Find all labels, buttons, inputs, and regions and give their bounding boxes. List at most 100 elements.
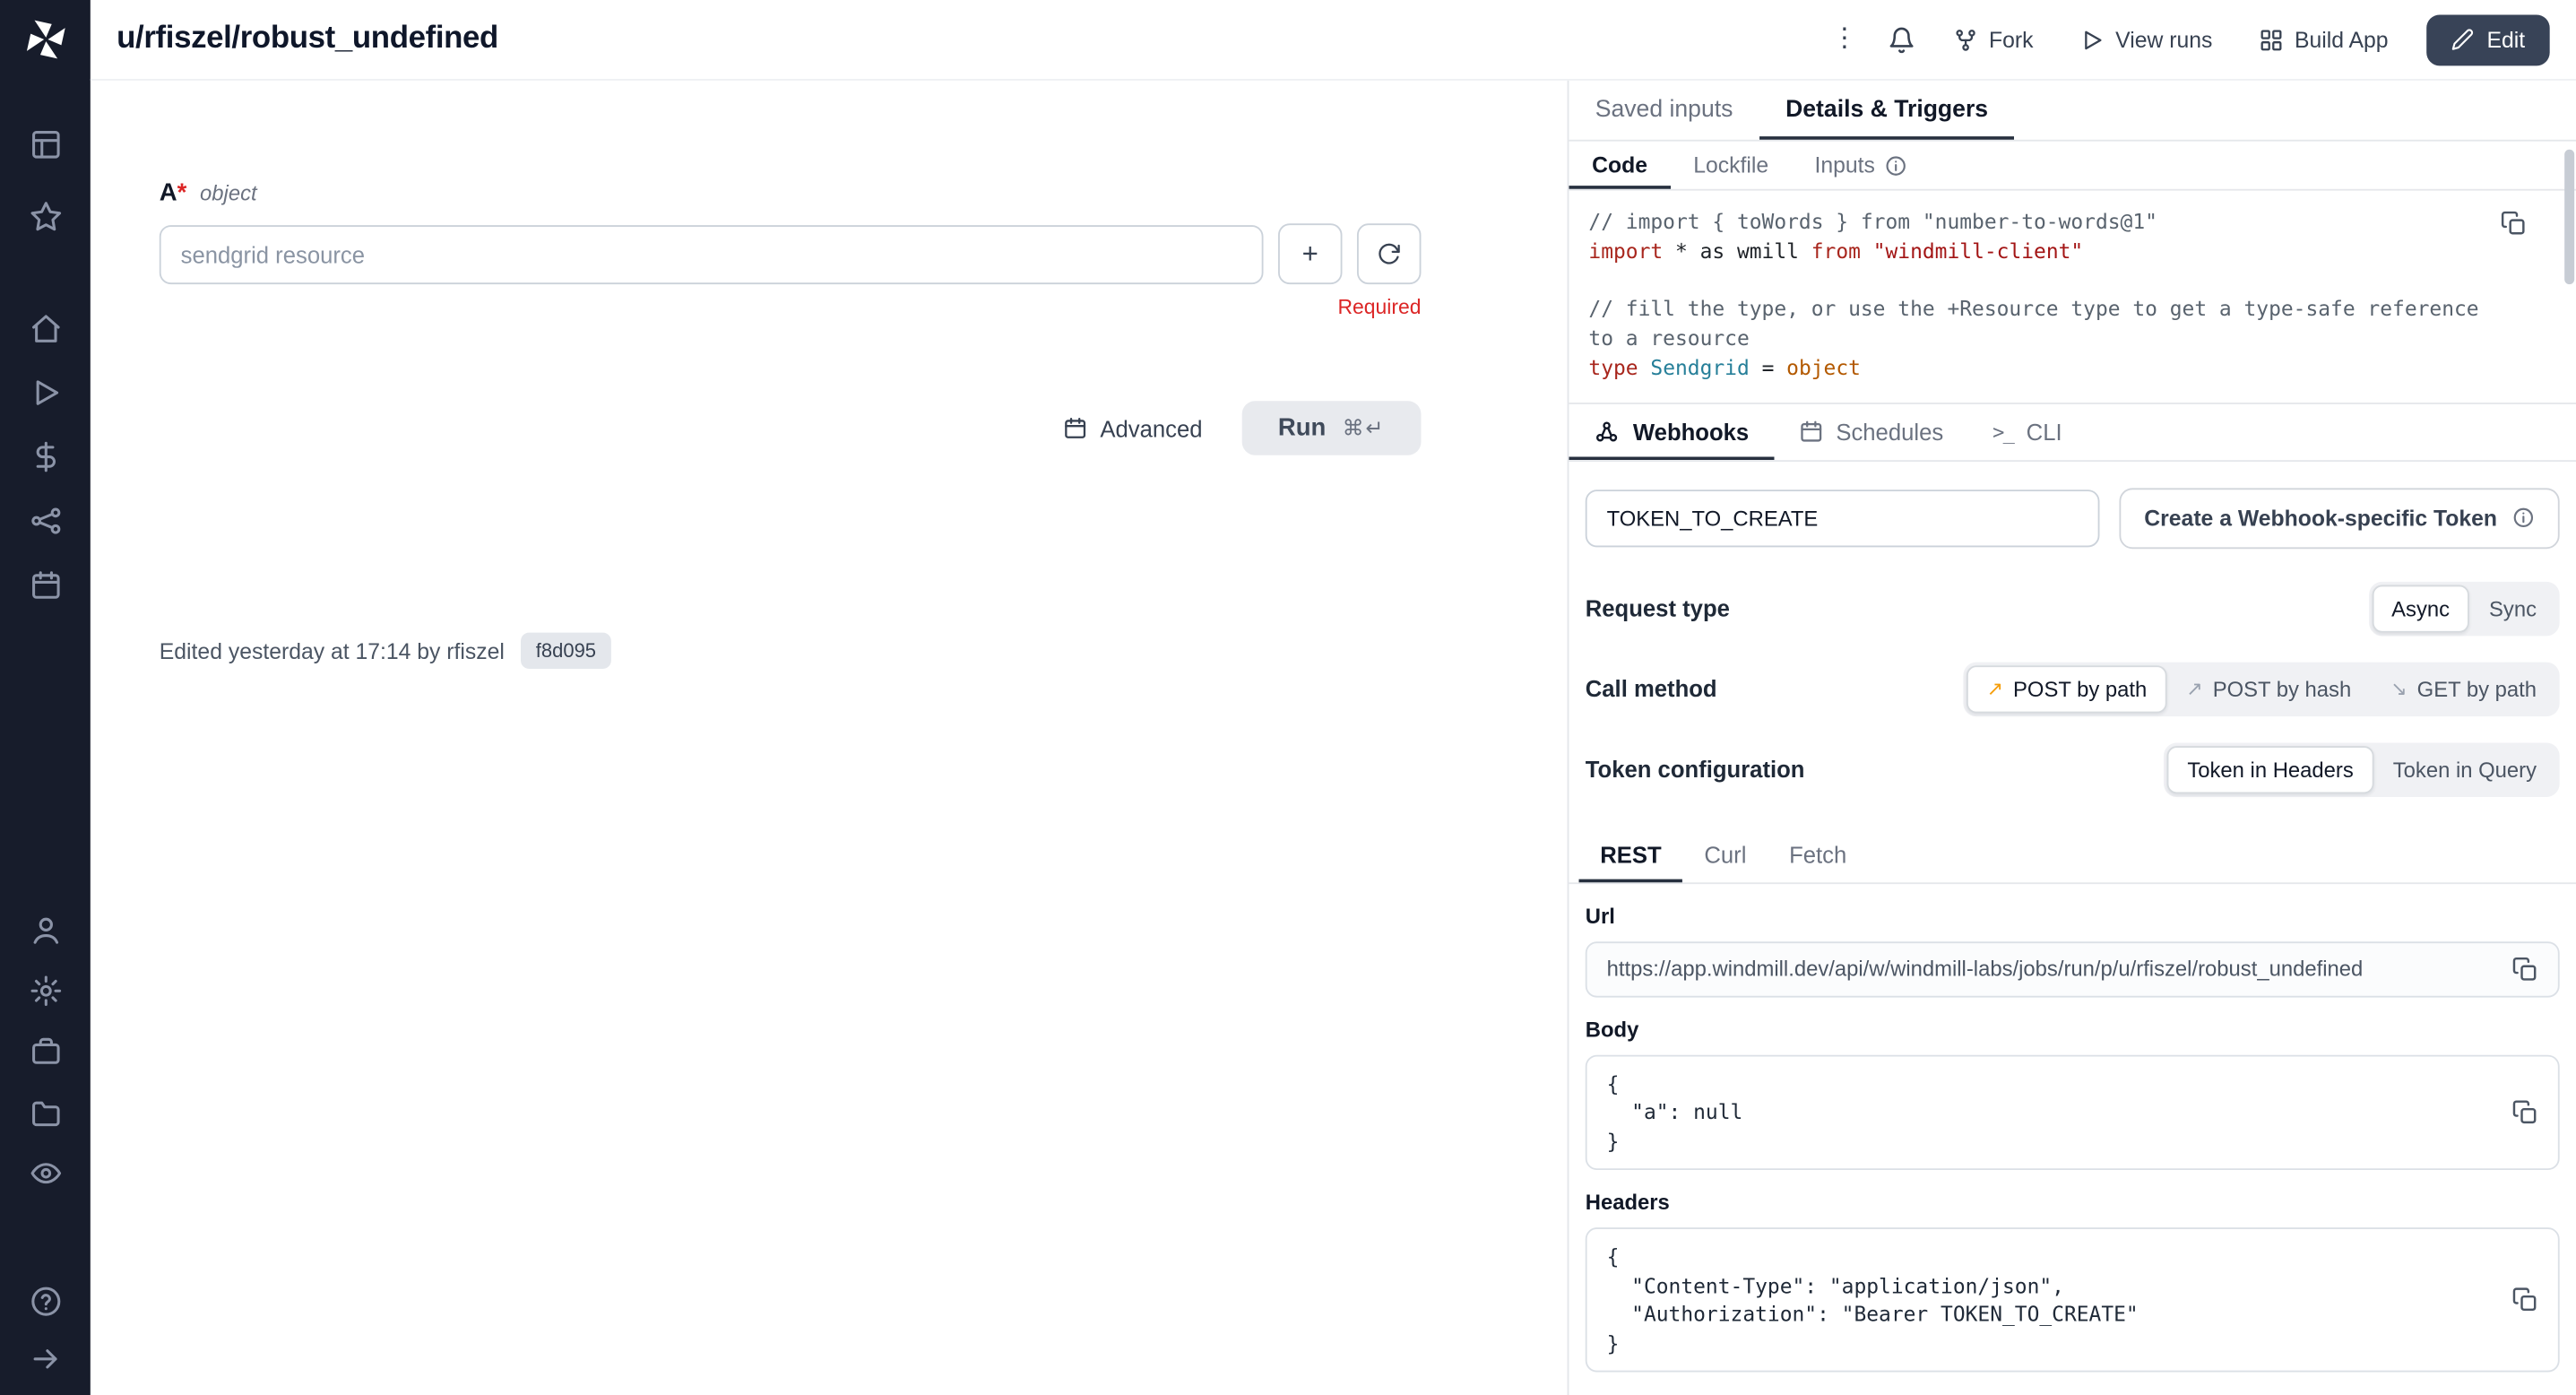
headers-label: Headers xyxy=(1586,1190,2560,1214)
star-icon[interactable] xyxy=(29,201,62,234)
call-method-label: Call method xyxy=(1586,675,1717,701)
grid-icon[interactable] xyxy=(29,128,62,161)
url-box: https://app.windmill.dev/api/w/windmill-… xyxy=(1586,940,2560,996)
calendar-icon[interactable] xyxy=(29,568,62,602)
pencil-icon xyxy=(2451,28,2474,51)
token-in-headers-option[interactable]: Token in Headers xyxy=(2167,745,2373,793)
app-grid-icon xyxy=(2259,27,2283,51)
folder-icon[interactable] xyxy=(29,1096,62,1130)
add-resource-button[interactable]: + xyxy=(1278,223,1342,284)
copy-code-button[interactable] xyxy=(2501,211,2527,237)
token-config-label: Token configuration xyxy=(1586,756,1805,782)
plus-icon: + xyxy=(1302,240,1318,268)
object-input[interactable] xyxy=(160,224,1264,283)
tab-lockfile[interactable]: Lockfile xyxy=(1671,142,1792,189)
main-column: u/rfiszel/robust_undefined ⋮ Fork View r… xyxy=(91,0,2576,1395)
topbar-actions: ⋮ Fork View runs Build App xyxy=(1821,14,2550,65)
headers-content: { "Content-Type": "application/json", "A… xyxy=(1607,1243,2496,1357)
home-icon[interactable] xyxy=(29,312,62,345)
body-section: Body { "a": null } xyxy=(1569,997,2576,1170)
briefcase-icon[interactable] xyxy=(29,1035,62,1069)
post-by-hash-option[interactable]: ↗ POST by hash xyxy=(2166,664,2371,712)
copy-icon xyxy=(2512,1099,2538,1125)
token-config-row: Token configuration Token in Headers Tok… xyxy=(1569,729,2576,810)
code-content: // import { toWords } from "number-to-wo… xyxy=(1588,207,2503,382)
app-root: u/rfiszel/robust_undefined ⋮ Fork View r… xyxy=(0,0,2576,1395)
tab-curl[interactable]: Curl xyxy=(1683,826,1768,881)
copy-icon xyxy=(2512,956,2538,982)
copy-body-button[interactable] xyxy=(2512,1099,2538,1125)
tab-inputs[interactable]: Inputs xyxy=(1792,142,1931,189)
url-value: https://app.windmill.dev/api/w/windmill-… xyxy=(1607,957,2496,981)
info-icon xyxy=(1885,153,1908,177)
arrow-down-right-icon: ↘ xyxy=(2390,679,2407,698)
create-webhook-token-button[interactable]: Create a Webhook-specific Token xyxy=(2120,487,2560,548)
tab-rest[interactable]: REST xyxy=(1578,826,1682,881)
edited-row: Edited yesterday at 17:14 by rfiszel f8d… xyxy=(160,633,1568,669)
version-badge: f8d095 xyxy=(521,633,610,669)
fork-button[interactable]: Fork xyxy=(1935,15,2052,63)
tab-details-triggers[interactable]: Details & Triggers xyxy=(1759,81,2015,140)
help-icon[interactable] xyxy=(29,1285,62,1318)
view-runs-button[interactable]: View runs xyxy=(2062,15,2231,63)
copy-url-button[interactable] xyxy=(2512,956,2538,982)
pane-tabs: Saved inputs Details & Triggers xyxy=(1569,81,2576,142)
run-shortcut: ⌘↵ xyxy=(1343,415,1385,441)
token-in-query-option[interactable]: Token in Query xyxy=(2373,745,2556,793)
scrollbar-thumb[interactable] xyxy=(2564,150,2574,284)
request-type-toggle: Async Sync xyxy=(2368,581,2559,635)
edit-button[interactable]: Edit xyxy=(2426,14,2550,65)
required-star: * xyxy=(177,179,187,207)
tab-schedules[interactable]: Schedules xyxy=(1774,403,1968,459)
tab-fetch[interactable]: Fetch xyxy=(1768,826,1868,881)
kebab-menu-button[interactable]: ⋮ xyxy=(1821,16,1867,62)
request-type-row: Request type Async Sync xyxy=(1569,568,2576,648)
sidebar xyxy=(0,0,91,1395)
topbar: u/rfiszel/robust_undefined ⋮ Fork View r… xyxy=(91,0,2576,81)
webhook-icon xyxy=(1594,418,1620,444)
arrow-right-icon[interactable] xyxy=(29,1342,62,1375)
token-config-toggle: Token in Headers Token in Query xyxy=(2165,742,2560,796)
info-icon xyxy=(2512,507,2536,530)
tab-saved-inputs[interactable]: Saved inputs xyxy=(1569,81,1759,140)
headers-box: { "Content-Type": "application/json", "A… xyxy=(1586,1227,2560,1372)
body-box: { "a": null } xyxy=(1586,1054,2560,1170)
run-label: Run xyxy=(1278,414,1326,442)
body-content: { "a": null } xyxy=(1607,1069,2496,1155)
view-runs-label: View runs xyxy=(2115,27,2212,51)
code-tabs: Code Lockfile Inputs xyxy=(1569,142,2576,191)
windmill-logo-icon[interactable] xyxy=(22,16,68,62)
snippet-tabs: REST Curl Fetch xyxy=(1569,826,2576,883)
refresh-button[interactable] xyxy=(1357,223,1421,284)
eye-icon[interactable] xyxy=(29,1157,62,1190)
gear-icon[interactable] xyxy=(29,975,62,1008)
tab-code[interactable]: Code xyxy=(1569,142,1670,189)
tab-cli[interactable]: >_ CLI xyxy=(1968,403,2087,459)
body-label: Body xyxy=(1586,1017,2560,1041)
sync-option[interactable]: Sync xyxy=(2469,585,2556,632)
build-app-button[interactable]: Build App xyxy=(2241,15,2407,63)
bell-icon xyxy=(1887,25,1915,53)
edit-label: Edit xyxy=(2487,27,2526,51)
arrow-up-right-icon: ↗ xyxy=(1987,679,2003,698)
user-icon[interactable] xyxy=(29,914,62,947)
edited-text: Edited yesterday at 17:14 by rfiszel xyxy=(160,638,505,663)
async-option[interactable]: Async xyxy=(2372,585,2469,632)
dollar-icon[interactable] xyxy=(29,440,62,473)
fork-label: Fork xyxy=(1989,27,2033,51)
get-by-path-option[interactable]: ↘ GET by path xyxy=(2371,664,2556,712)
tab-webhooks[interactable]: Webhooks xyxy=(1569,403,1773,459)
details-pane: Saved inputs Details & Triggers Code Loc… xyxy=(1568,81,2576,1395)
play-icon[interactable] xyxy=(29,377,62,410)
code-viewer: // import { toWords } from "number-to-wo… xyxy=(1569,191,2576,403)
share-network-icon[interactable] xyxy=(29,505,62,538)
run-button[interactable]: Run ⌘↵ xyxy=(1242,401,1422,455)
advanced-label: Advanced xyxy=(1100,415,1202,441)
token-input[interactable] xyxy=(1586,489,2100,546)
required-note: Required xyxy=(160,296,1422,319)
content: A* object + Required Advanced xyxy=(91,81,2576,1395)
notifications-button[interactable] xyxy=(1877,15,1924,63)
advanced-button[interactable]: Advanced xyxy=(1046,403,1219,453)
copy-headers-button[interactable] xyxy=(2512,1287,2538,1313)
post-by-path-option[interactable]: ↗ POST by path xyxy=(1967,664,2167,712)
